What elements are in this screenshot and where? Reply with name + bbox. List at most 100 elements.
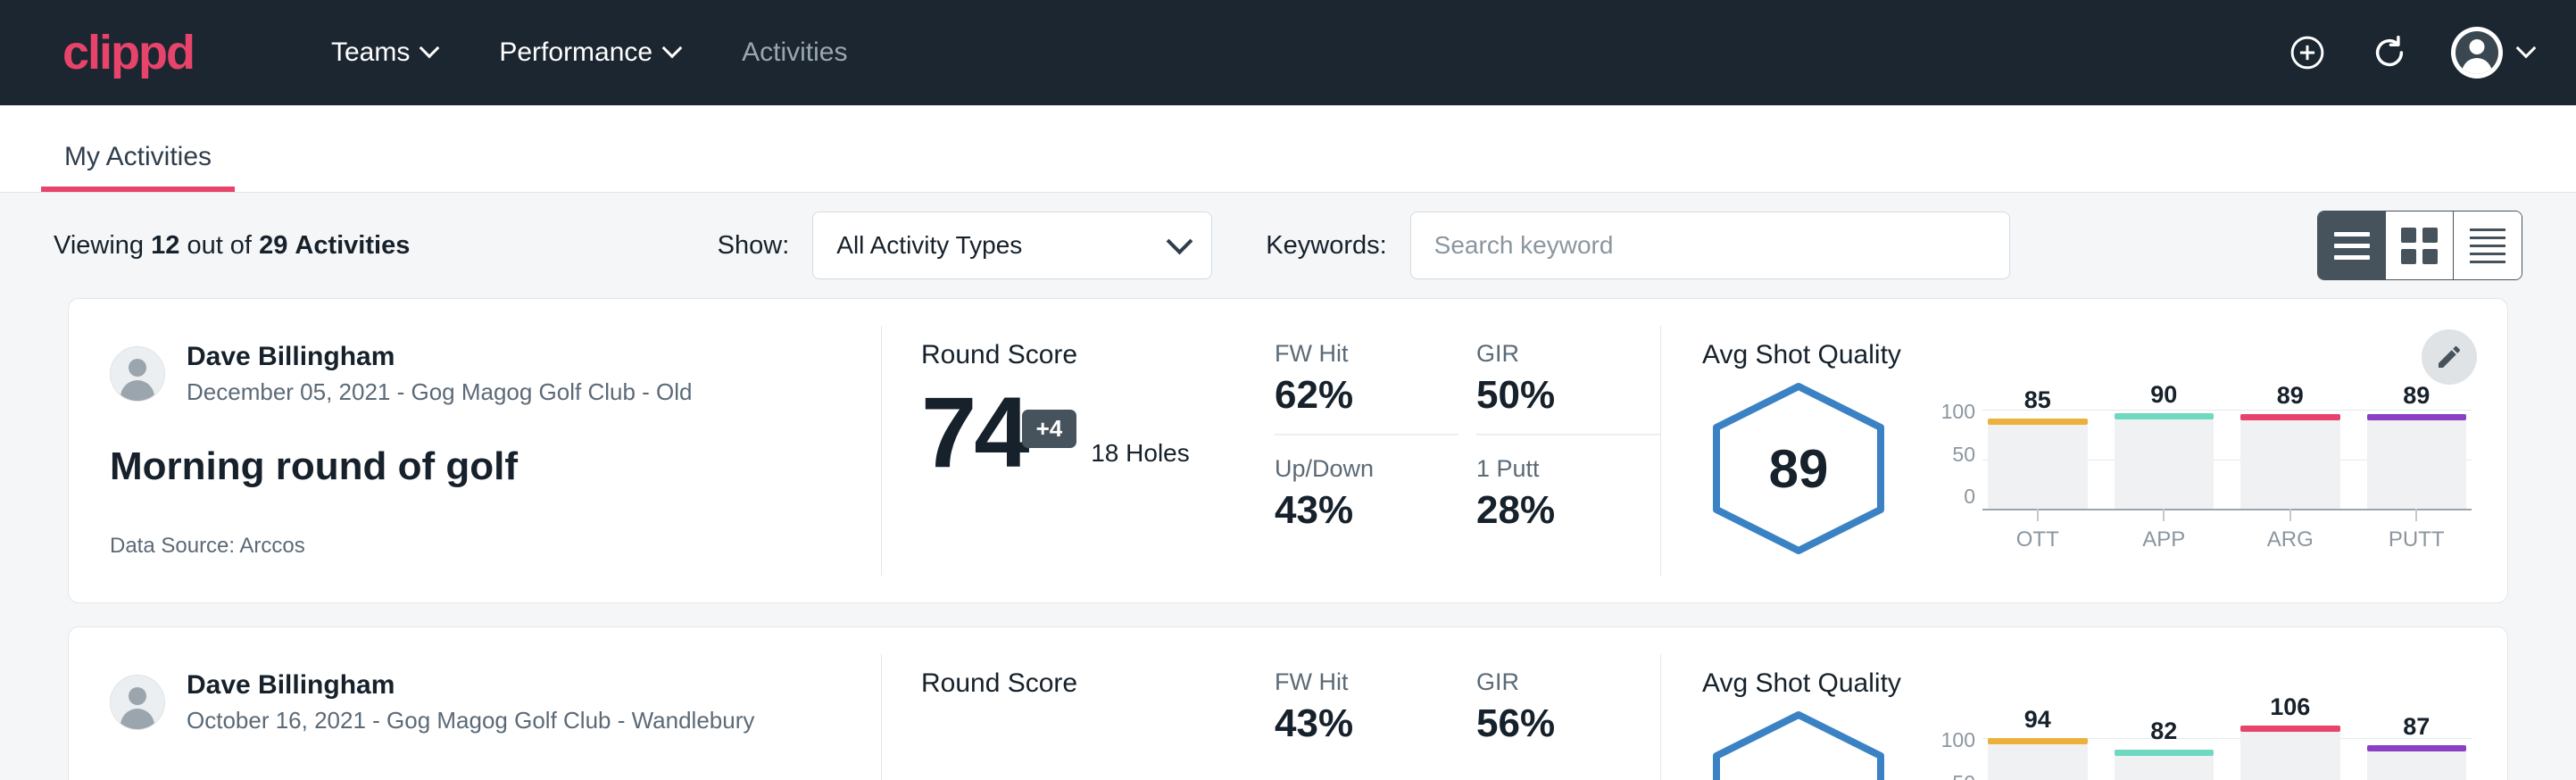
quality-hexagon	[1702, 708, 1895, 780]
list-view-icon	[2334, 232, 2370, 260]
nav-item-performance-label: Performance	[499, 37, 652, 68]
activity-summary: Dave Billingham October 16, 2021 - Gog M…	[69, 627, 881, 780]
tab-my-activities-label: My Activities	[64, 142, 212, 171]
score-delta-badge: +4	[1022, 410, 1077, 448]
search-input[interactable]	[1434, 231, 1986, 260]
chart-bar-ott: 85	[1988, 400, 2088, 509]
chevron-down-icon	[1170, 232, 1188, 250]
shot-quality-bar-chart: 100 50 0 948210687OTTAPPARGPUTT	[1920, 712, 2472, 780]
edit-activity-button[interactable]	[2422, 329, 2477, 385]
activity-author: Dave Billingham December 05, 2021 - Gog …	[110, 340, 881, 407]
stat-one-putt: 1 Putt 28%	[1476, 455, 1660, 549]
account-avatar	[2451, 27, 2503, 79]
round-stats-section: FW Hit 62% GIR 50% Up/Down 43% 1 Putt 28…	[1257, 299, 1660, 602]
y-tick: 50	[1952, 771, 1975, 780]
activity-card[interactable]: Dave Billingham December 05, 2021 - Gog …	[68, 298, 2508, 603]
nav-item-teams[interactable]: Teams	[301, 37, 469, 68]
chart-bar-putt: 89	[2367, 400, 2467, 509]
chart-bar-cap	[1988, 419, 2088, 425]
stat-up-down: Up/Down 43%	[1275, 455, 1458, 549]
activity-type-value: All Activity Types	[836, 231, 1022, 260]
avg-shot-quality-label: Avg Shot Quality	[1702, 340, 2472, 370]
refresh-icon[interactable]	[2369, 32, 2410, 73]
activity-data-source: Data Source: Arccos	[110, 534, 881, 559]
chart-x-tick: ARG	[2240, 509, 2340, 553]
chevron-down-icon	[422, 41, 438, 57]
chart-bar-arg: 106	[2240, 728, 2340, 780]
activity-meta: December 05, 2021 - Gog Magog Golf Club …	[187, 378, 693, 408]
viewing-prefix: Viewing	[54, 231, 144, 260]
activity-card[interactable]: Dave Billingham October 16, 2021 - Gog M…	[68, 626, 2508, 780]
chart-x-tick: APP	[2115, 509, 2215, 553]
chart-bar-value: 85	[1988, 386, 2088, 414]
author-name: Dave Billingham	[187, 340, 693, 374]
chart-bar-rect	[2115, 419, 2215, 509]
y-tick: 100	[1941, 400, 1975, 424]
nav-item-performance[interactable]: Performance	[469, 37, 711, 68]
chart-bars: 948210687	[1988, 728, 2466, 780]
add-circle-icon[interactable]	[2287, 32, 2328, 73]
chart-bar-cap	[2115, 750, 2215, 756]
quality-score	[1702, 708, 1895, 780]
round-stats-section: FW Hit 43% GIR 56%	[1257, 627, 1660, 780]
avg-shot-quality-section: Avg Shot Quality 89 100 50 0 85908989OTT…	[1661, 299, 2507, 602]
chart-bar-rect	[2240, 420, 2340, 509]
chart-tick-line	[2037, 509, 2039, 521]
chart-bar-ott: 94	[1988, 728, 2088, 780]
chart-bar-cap	[2367, 414, 2467, 420]
nav-item-activities-label: Activities	[742, 37, 847, 68]
avg-shot-quality-label: Avg Shot Quality	[1702, 668, 2472, 699]
avatar	[110, 675, 165, 730]
filter-controls: Show: All Activity Types Keywords:	[718, 212, 2010, 279]
list-view-button[interactable]	[2318, 212, 2386, 279]
chart-tick-label: ARG	[2267, 527, 2314, 552]
show-label: Show:	[718, 231, 790, 261]
author-name: Dave Billingham	[187, 668, 754, 702]
stat-fw-hit: FW Hit 43%	[1275, 668, 1458, 762]
round-score-section: Round Score 74 +4 18 Holes	[882, 299, 1257, 602]
chart-bar-arg: 89	[2240, 400, 2340, 509]
chart-bar-rect	[2367, 751, 2467, 780]
chart-tick-label: PUTT	[2389, 527, 2445, 552]
chart-bar-value: 106	[2240, 693, 2340, 721]
stat-value: 28%	[1476, 488, 1660, 533]
chart-x-axis: OTT APP ARG PUTT	[1988, 509, 2466, 553]
chart-tick-label: OTT	[2016, 527, 2059, 552]
round-stats-grid: FW Hit 43% GIR 56%	[1275, 668, 1660, 762]
avatar	[110, 346, 165, 402]
search-keyword-box[interactable]	[1410, 212, 2010, 279]
chart-bar-rect	[1988, 425, 2088, 509]
chart-tick-label: APP	[2142, 527, 2185, 552]
filter-bar: Viewing 12 out of 29 Activities Show: Al…	[0, 193, 2576, 298]
chart-bar-rect	[2367, 420, 2467, 509]
activity-type-select[interactable]: All Activity Types	[812, 212, 1212, 279]
avg-shot-quality-body: 100 50 0 948210687OTTAPPARGPUTT	[1702, 704, 2472, 780]
y-tick: 0	[1964, 485, 1975, 509]
chart-bar-cap	[2240, 414, 2340, 420]
nav-item-teams-label: Teams	[331, 37, 410, 68]
chevron-down-icon	[2519, 41, 2535, 57]
y-tick: 50	[1952, 443, 1975, 467]
activity-summary: Dave Billingham December 05, 2021 - Gog …	[69, 299, 881, 602]
chart-bar-value: 82	[2115, 718, 2215, 745]
chart-bar-putt: 87	[2367, 728, 2467, 780]
chart-bar-rect	[1988, 744, 2088, 780]
nav-item-activities[interactable]: Activities	[711, 37, 877, 68]
stat-value: 50%	[1476, 373, 1660, 418]
stat-value: 43%	[1275, 701, 1458, 746]
grid-view-button[interactable]	[2386, 212, 2454, 279]
viewing-total: 29	[259, 231, 287, 260]
clippd-logo[interactable]: clippd	[62, 29, 194, 77]
chart-bar-value: 89	[2367, 382, 2467, 410]
account-menu[interactable]	[2451, 27, 2535, 79]
chart-plot-area: 948210687OTTAPPARGPUTT	[1975, 712, 2472, 780]
tab-my-activities[interactable]: My Activities	[41, 142, 235, 192]
stat-value: 56%	[1476, 701, 1660, 746]
compact-view-button[interactable]	[2454, 212, 2522, 279]
chart-bar-value: 94	[1988, 706, 2088, 734]
round-score-value: 74	[921, 386, 1027, 478]
avg-shot-quality-section: Avg Shot Quality 100 50 0 948210687OTTAP…	[1661, 627, 2507, 780]
chart-x-tick: OTT	[1988, 509, 2088, 553]
viewing-count-text: Viewing 12 out of 29 Activities	[54, 231, 410, 261]
chart-plot-area: 85908989OTTAPPARGPUTT	[1975, 384, 2472, 553]
